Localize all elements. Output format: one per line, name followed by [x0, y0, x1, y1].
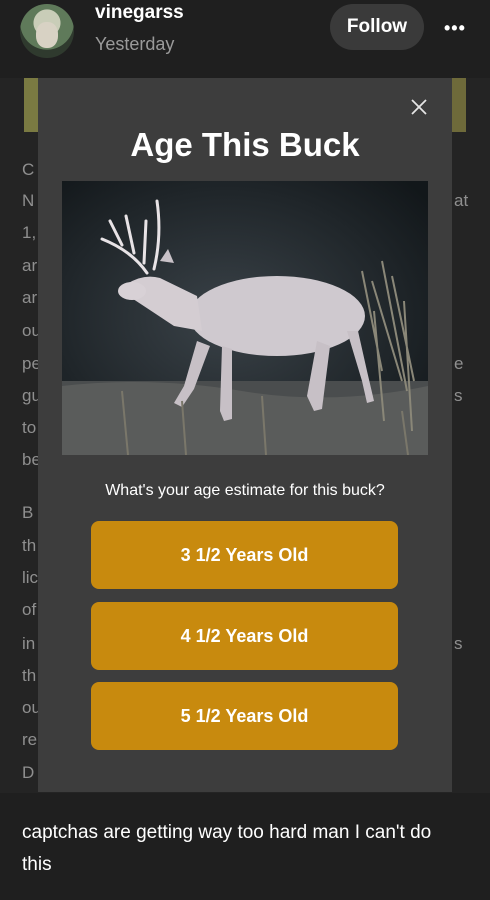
article-fragment: ar: [22, 288, 38, 307]
age-option-5-5-button[interactable]: 5 1/2 Years Old: [91, 682, 398, 750]
article-fragment: th: [22, 666, 37, 685]
article-fragment: of: [22, 600, 37, 619]
article-fragment: re: [22, 730, 38, 749]
modal-title: Age This Buck: [130, 126, 360, 163]
article-fragment: s: [454, 386, 463, 405]
article-banner-right: [452, 78, 466, 132]
avatar-face: [36, 22, 58, 48]
age-option-4-5-button[interactable]: 4 1/2 Years Old: [91, 602, 398, 670]
article-fragment: lic: [22, 568, 39, 587]
article-fragment: th: [22, 536, 37, 555]
buck-photo: [62, 181, 428, 455]
close-icon[interactable]: [410, 98, 428, 116]
age-captcha-modal: Age This Buck What's your age estimate f…: [38, 78, 452, 792]
article-fragment: C: [22, 160, 35, 179]
article-fragment: s: [454, 634, 463, 653]
article-fragment: D: [22, 763, 35, 782]
article-banner-left: [24, 78, 38, 132]
article-fragment: N: [22, 191, 35, 210]
article-fragment: at: [454, 191, 469, 210]
post-timestamp: Yesterday: [95, 34, 175, 54]
more-options-icon[interactable]: •••: [444, 18, 466, 39]
article-fragment: in: [22, 634, 36, 653]
article-fragment: 1,: [22, 223, 37, 242]
avatar[interactable]: [20, 4, 74, 58]
follow-button[interactable]: Follow: [330, 4, 424, 50]
article-fragment: B: [22, 503, 34, 522]
article-fragment: to: [22, 418, 37, 437]
post-caption-area: captchas are getting way too hard man I …: [0, 793, 490, 900]
username[interactable]: vinegarss: [95, 2, 184, 24]
post-header: vinegarss Yesterday Follow •••: [0, 0, 490, 78]
buck-photo-graphic: [62, 181, 428, 455]
age-question: What's your age estimate for this buck?: [105, 482, 385, 499]
age-option-3-5-button[interactable]: 3 1/2 Years Old: [91, 521, 398, 589]
post-caption: captchas are getting way too hard man I …: [22, 822, 432, 875]
article-fragment: ar: [22, 256, 38, 275]
article-fragment: e: [454, 354, 464, 373]
